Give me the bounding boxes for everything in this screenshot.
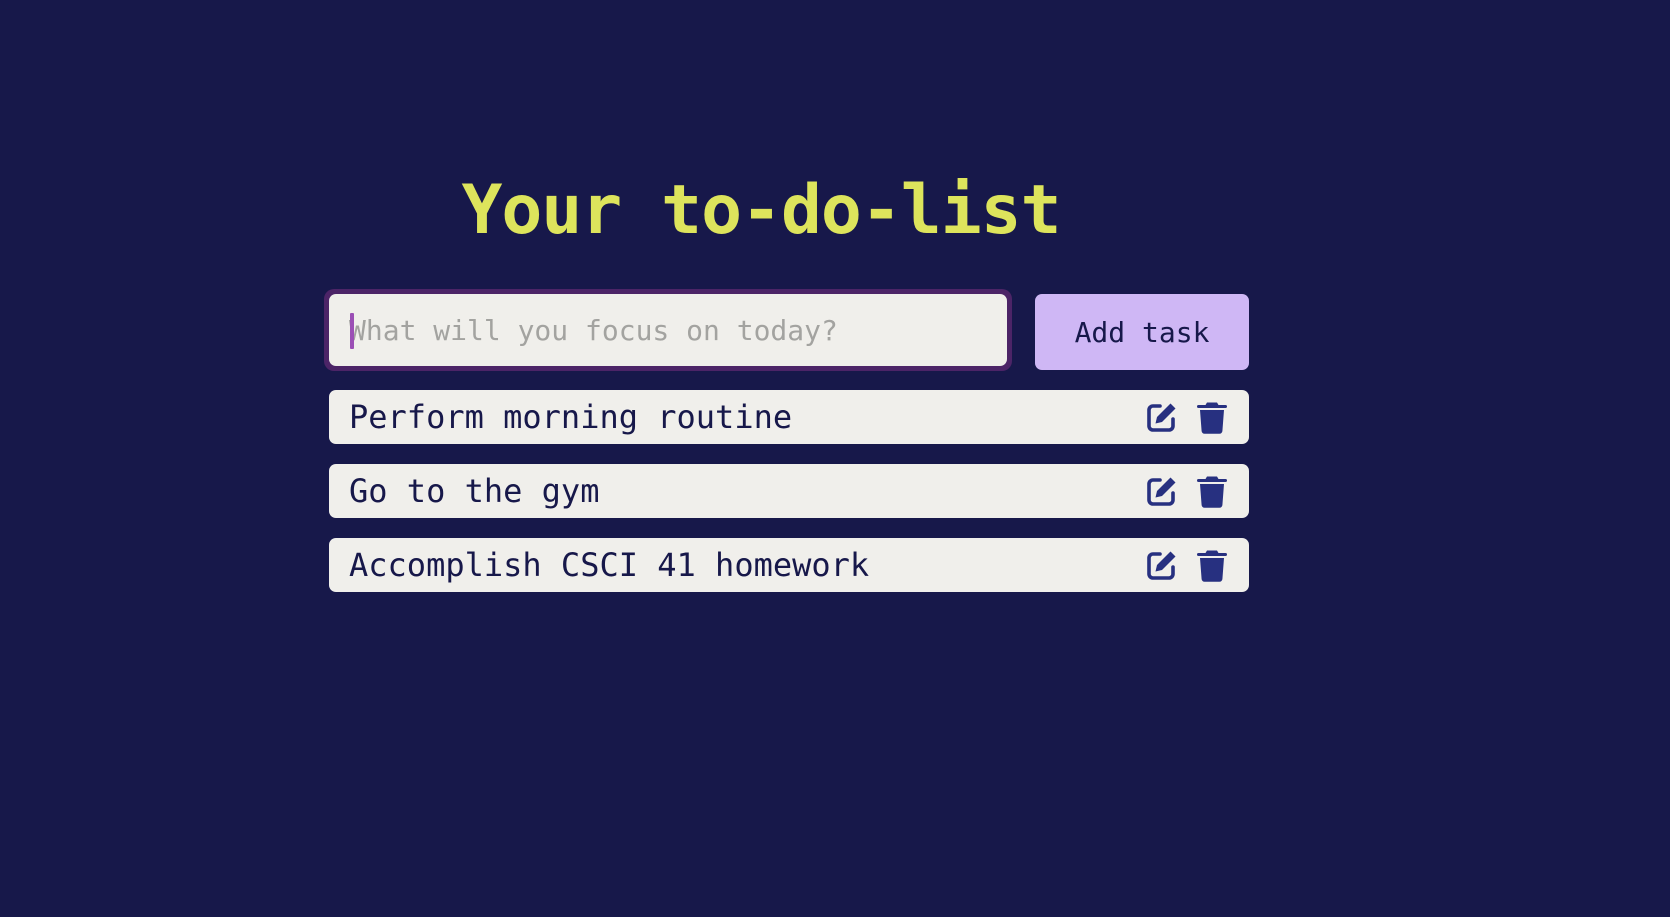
add-task-button[interactable]: Add task: [1035, 294, 1249, 370]
task-input-focus-ring: [324, 289, 1012, 371]
trash-icon[interactable]: [1193, 472, 1231, 510]
task-actions: [1131, 472, 1231, 510]
task-item: Go to the gym: [329, 464, 1249, 518]
text-cursor: [350, 313, 354, 349]
task-text: Go to the gym: [349, 472, 600, 510]
trash-icon[interactable]: [1193, 398, 1231, 436]
task-actions: [1131, 546, 1231, 584]
page-title: Your to-do-list: [461, 171, 1061, 250]
task-list: Perform morning routine Go to the gym Ac…: [329, 390, 1249, 592]
edit-icon[interactable]: [1143, 472, 1181, 510]
task-text: Accomplish CSCI 41 homework: [349, 546, 870, 584]
add-task-form: Add task: [324, 289, 1249, 371]
edit-icon[interactable]: [1143, 546, 1181, 584]
task-text: Perform morning routine: [349, 398, 793, 436]
task-item: Perform morning routine: [329, 390, 1249, 444]
edit-icon[interactable]: [1143, 398, 1181, 436]
task-input[interactable]: [329, 294, 1007, 366]
task-item: Accomplish CSCI 41 homework: [329, 538, 1249, 592]
todo-app: Your to-do-list Add task Perform morning…: [324, 171, 1249, 612]
trash-icon[interactable]: [1193, 546, 1231, 584]
task-actions: [1131, 398, 1231, 436]
